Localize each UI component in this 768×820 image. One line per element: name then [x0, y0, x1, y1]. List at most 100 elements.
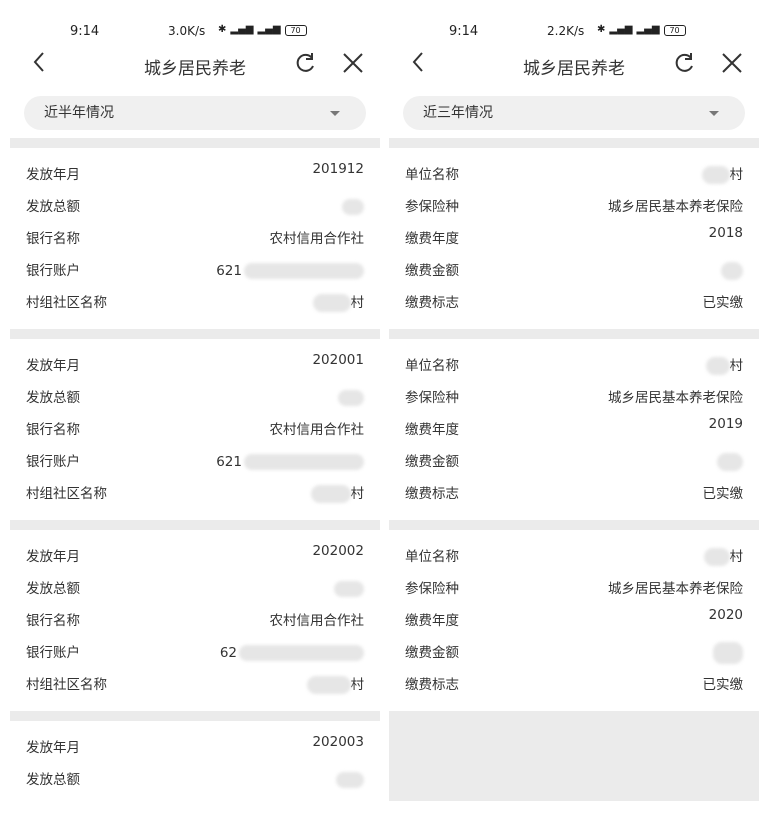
period-dropdown[interactable]: 近三年情况	[403, 96, 745, 130]
status-bar: 9:14 3.0K/s ✱ ▂▄▆ ▂▄▆ 70	[10, 0, 380, 40]
value-village: 村	[310, 478, 364, 510]
nav-bar: 城乡居民养老	[10, 40, 380, 90]
label-unit: 单位名称	[405, 549, 459, 565]
label-unit: 单位名称	[405, 358, 459, 374]
label-month: 发放年月	[26, 167, 80, 183]
value-amount-redacted	[721, 255, 743, 287]
dropdown-caret-icon	[330, 111, 340, 116]
payment-record: 发放年月 202002 发放总额 银行名称 农村信用合作社 银行账户 62 村组社区名…	[10, 530, 380, 711]
label-month: 发放年月	[26, 358, 80, 374]
signal-icon: ▂▄▆	[636, 24, 660, 35]
payment-record: 发放年月 201912 发放总额 银行名称 农村信用合作社 银行账户 621 村组社区…	[10, 148, 380, 329]
value-year: 2018	[708, 225, 743, 241]
battery-icon: 70	[663, 24, 686, 36]
value-flag: 已实缴	[702, 486, 744, 502]
label-year: 缴费年度	[405, 231, 459, 247]
value-total-redacted	[338, 382, 364, 414]
page-title: 城乡居民养老	[523, 59, 625, 79]
status-bar: 9:14 2.2K/s ✱ ▂▄▆ ▂▄▆ 70	[389, 0, 759, 40]
label-total: 发放总额	[26, 390, 80, 406]
label-insurance: 参保险种	[405, 581, 459, 597]
label-account: 银行账户	[26, 263, 80, 279]
dropdown-value: 近半年情况	[44, 105, 114, 121]
label-flag: 缴费标志	[405, 677, 459, 693]
empty-area	[389, 711, 759, 801]
bluetooth-icon: ✱	[597, 24, 606, 35]
value-month: 201912	[312, 161, 364, 177]
label-total: 发放总额	[26, 199, 80, 215]
label-village: 村组社区名称	[26, 677, 107, 693]
label-amount: 缴费金额	[405, 263, 459, 279]
dropdown-value: 近三年情况	[423, 105, 493, 121]
refresh-icon[interactable]	[292, 50, 318, 76]
label-account: 银行账户	[26, 454, 80, 470]
value-village: 村	[306, 669, 364, 701]
label-village: 村组社区名称	[26, 295, 107, 311]
refresh-icon[interactable]	[671, 50, 697, 76]
value-bank: 农村信用合作社	[269, 422, 365, 438]
value-account: 621	[216, 255, 364, 287]
bluetooth-icon: ✱	[218, 24, 227, 35]
label-bank: 银行名称	[26, 422, 80, 438]
value-month: 202003	[312, 734, 364, 750]
label-amount: 缴费金额	[405, 454, 459, 470]
value-unit: 村	[701, 159, 743, 191]
value-month: 202002	[312, 543, 364, 559]
label-flag: 缴费标志	[405, 295, 459, 311]
value-year: 2020	[708, 607, 743, 623]
right-screen: 9:14 2.2K/s ✱ ▂▄▆ ▂▄▆ 70 城乡居民养老 近三年情况 单位…	[389, 0, 759, 820]
label-month: 发放年月	[26, 549, 80, 565]
signal-icon: ▂▄▆	[230, 24, 254, 35]
value-flag: 已实缴	[702, 295, 744, 311]
value-bank: 农村信用合作社	[269, 613, 365, 629]
label-year: 缴费年度	[405, 613, 459, 629]
status-icons: ✱ ▂▄▆ ▂▄▆ 70	[218, 24, 307, 36]
value-flag: 已实缴	[702, 677, 744, 693]
label-flag: 缴费标志	[405, 486, 459, 502]
label-amount: 缴费金额	[405, 645, 459, 661]
value-year: 2019	[708, 416, 743, 432]
label-unit: 单位名称	[405, 167, 459, 183]
value-total-redacted	[336, 764, 364, 796]
label-account: 银行账户	[26, 645, 80, 661]
close-icon[interactable]	[719, 50, 745, 76]
value-account: 62	[220, 637, 364, 669]
label-year: 缴费年度	[405, 422, 459, 438]
payment-record: 发放年月 202003 发放总额	[10, 721, 380, 806]
value-total-redacted	[342, 191, 364, 223]
dropdown-caret-icon	[709, 111, 719, 116]
period-dropdown[interactable]: 近半年情况	[24, 96, 366, 130]
label-bank: 银行名称	[26, 613, 80, 629]
value-month: 202001	[312, 352, 364, 368]
nav-bar: 城乡居民养老	[389, 40, 759, 90]
signal-icon: ▂▄▆	[257, 24, 281, 35]
signal-icon: ▂▄▆	[609, 24, 633, 35]
label-total: 发放总额	[26, 772, 80, 788]
label-month: 发放年月	[26, 740, 80, 756]
contribution-record: 单位名称村 参保险种 城乡居民基本养老保险 缴费年度 2019 缴费金额 缴费标志已…	[389, 339, 759, 520]
network-speed: 3.0K/s	[168, 24, 206, 38]
label-insurance: 参保险种	[405, 390, 459, 406]
label-village: 村组社区名称	[26, 486, 107, 502]
value-total-redacted	[334, 573, 364, 605]
battery-icon: 70	[284, 24, 307, 36]
contribution-record: 单位名称村 参保险种 城乡居民基本养老保险 缴费年度 2018 缴费金额 缴费标志已…	[389, 148, 759, 329]
value-unit: 村	[705, 350, 743, 382]
value-amount-redacted	[717, 446, 743, 478]
label-insurance: 参保险种	[405, 199, 459, 215]
value-unit: 村	[703, 541, 743, 573]
contribution-record: 单位名称村 参保险种 城乡居民基本养老保险 缴费年度 2020 缴费金额 缴费标志已…	[389, 530, 759, 711]
status-time: 9:14	[449, 24, 479, 39]
network-speed: 2.2K/s	[547, 24, 585, 38]
page-title: 城乡居民养老	[144, 59, 246, 79]
status-icons: ✱ ▂▄▆ ▂▄▆ 70	[597, 24, 686, 36]
value-village: 村	[312, 287, 364, 319]
payment-record: 发放年月 202001 发放总额 银行名称 农村信用合作社 银行账户 621 村组社区…	[10, 339, 380, 520]
close-icon[interactable]	[340, 50, 366, 76]
label-total: 发放总额	[26, 581, 80, 597]
value-bank: 农村信用合作社	[269, 231, 365, 247]
value-amount-redacted	[713, 637, 743, 669]
status-time: 9:14	[70, 24, 100, 39]
value-account: 621	[216, 446, 364, 478]
label-bank: 银行名称	[26, 231, 80, 247]
